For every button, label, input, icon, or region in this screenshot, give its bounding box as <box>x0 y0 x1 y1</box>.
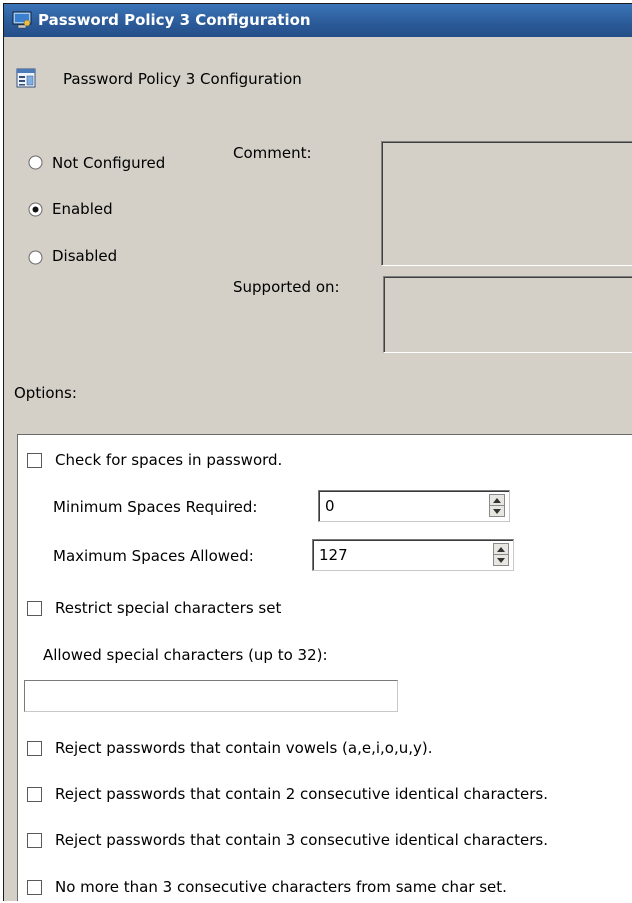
policy-dialog: Password Policy 3 Configuration Password… <box>3 3 632 901</box>
max-spaces-label: Maximum Spaces Allowed: <box>53 547 254 565</box>
reject-vowels-checkbox[interactable] <box>27 741 42 756</box>
allowed-special-input[interactable] <box>24 680 398 712</box>
restrict-special-checkbox[interactable] <box>27 601 42 616</box>
options-label: Options: <box>14 384 77 402</box>
min-spaces-label: Minimum Spaces Required: <box>53 498 258 516</box>
restrict-special-label[interactable]: Restrict special characters set <box>55 599 281 617</box>
reject-2-identical-checkbox[interactable] <box>27 787 42 802</box>
radio-circle-icon[interactable] <box>28 155 43 170</box>
window-title: Password Policy 3 Configuration <box>38 11 311 29</box>
radio-label[interactable]: Not Configured <box>52 154 165 172</box>
radio-selected-icon[interactable] <box>28 202 43 217</box>
radio-label[interactable]: Disabled <box>52 247 117 265</box>
max-spaces-stepper[interactable]: 127 <box>312 539 514 571</box>
check-spaces-checkbox[interactable] <box>27 453 42 468</box>
consecutive-charset-label[interactable]: No more than 3 consecutive characters fr… <box>55 878 507 896</box>
reject-3-identical-label[interactable]: Reject passwords that contain 3 consecut… <box>55 831 548 849</box>
spin-buttons <box>493 543 509 566</box>
options-pane: Check for spaces in password. Minimum Sp… <box>17 434 632 901</box>
spin-down-icon[interactable] <box>493 554 509 566</box>
title-bar[interactable]: Password Policy 3 Configuration <box>4 4 632 37</box>
radio-circle-icon[interactable] <box>28 250 43 265</box>
radio-label[interactable]: Enabled <box>52 200 113 218</box>
consecutive-charset-checkbox[interactable] <box>27 880 42 895</box>
spin-down-icon[interactable] <box>489 505 505 517</box>
page-title: Password Policy 3 Configuration <box>63 70 302 88</box>
spin-buttons <box>489 494 505 517</box>
allowed-special-label: Allowed special characters (up to 32): <box>43 646 328 664</box>
check-spaces-label[interactable]: Check for spaces in password. <box>55 451 282 469</box>
reject-vowels-label[interactable]: Reject passwords that contain vowels (a,… <box>55 739 433 757</box>
min-spaces-value: 0 <box>325 497 335 515</box>
comment-label: Comment: <box>233 144 312 162</box>
supported-on-field <box>383 276 632 353</box>
supported-on-label: Supported on: <box>233 278 340 296</box>
comment-field[interactable] <box>381 141 632 266</box>
reject-2-identical-label[interactable]: Reject passwords that contain 2 consecut… <box>55 785 548 803</box>
min-spaces-stepper[interactable]: 0 <box>318 490 510 522</box>
policy-settings-icon <box>16 68 36 88</box>
max-spaces-value: 127 <box>319 546 348 564</box>
reject-3-identical-checkbox[interactable] <box>27 833 42 848</box>
computer-policy-icon <box>12 11 32 29</box>
